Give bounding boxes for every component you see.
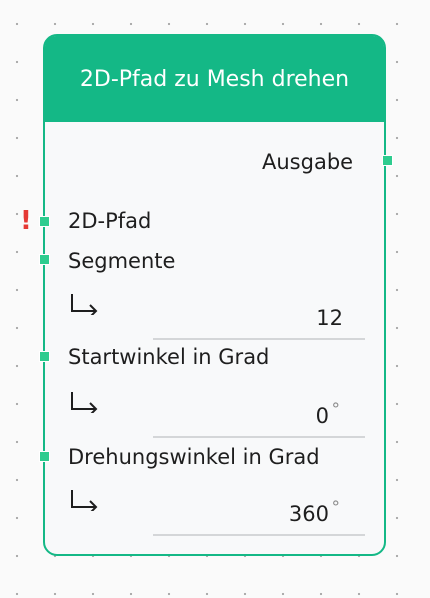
input-label-drehungswinkel: Drehungswinkel in Grad [68, 445, 320, 469]
node-header[interactable]: 2D-Pfad zu Mesh drehen [45, 36, 384, 122]
segmente-value-field[interactable]: 12 [153, 306, 365, 340]
input-label-2d-pfad: 2D-Pfad [68, 209, 152, 233]
drehungswinkel-value: 360 [288, 502, 329, 526]
startwinkel-value: 0 [315, 404, 329, 428]
startwinkel-value-field[interactable]: 0 ° [153, 400, 365, 438]
arrow-down-right-icon [71, 294, 98, 315]
input-port-2d-pfad[interactable] [39, 216, 50, 227]
input-port-segmente[interactable] [39, 254, 50, 265]
exclamation-icon: ! [20, 206, 32, 236]
arrow-down-right-icon [71, 392, 98, 413]
node-title: 2D-Pfad zu Mesh drehen [79, 66, 350, 92]
input-label-segmente: Segmente [68, 249, 176, 273]
startwinkel-unit: ° [331, 400, 341, 420]
drehungswinkel-value-field[interactable]: 360 ° [153, 498, 365, 536]
drehungswinkel-unit: ° [331, 498, 341, 518]
arrow-down-right-icon [71, 490, 98, 511]
input-port-startwinkel[interactable] [39, 351, 50, 362]
output-label: Ausgabe [262, 150, 354, 174]
segmente-value: 12 [316, 306, 343, 330]
input-label-startwinkel: Startwinkel in Grad [68, 345, 270, 369]
output-port[interactable] [382, 155, 393, 166]
input-port-drehungswinkel[interactable] [39, 451, 50, 462]
